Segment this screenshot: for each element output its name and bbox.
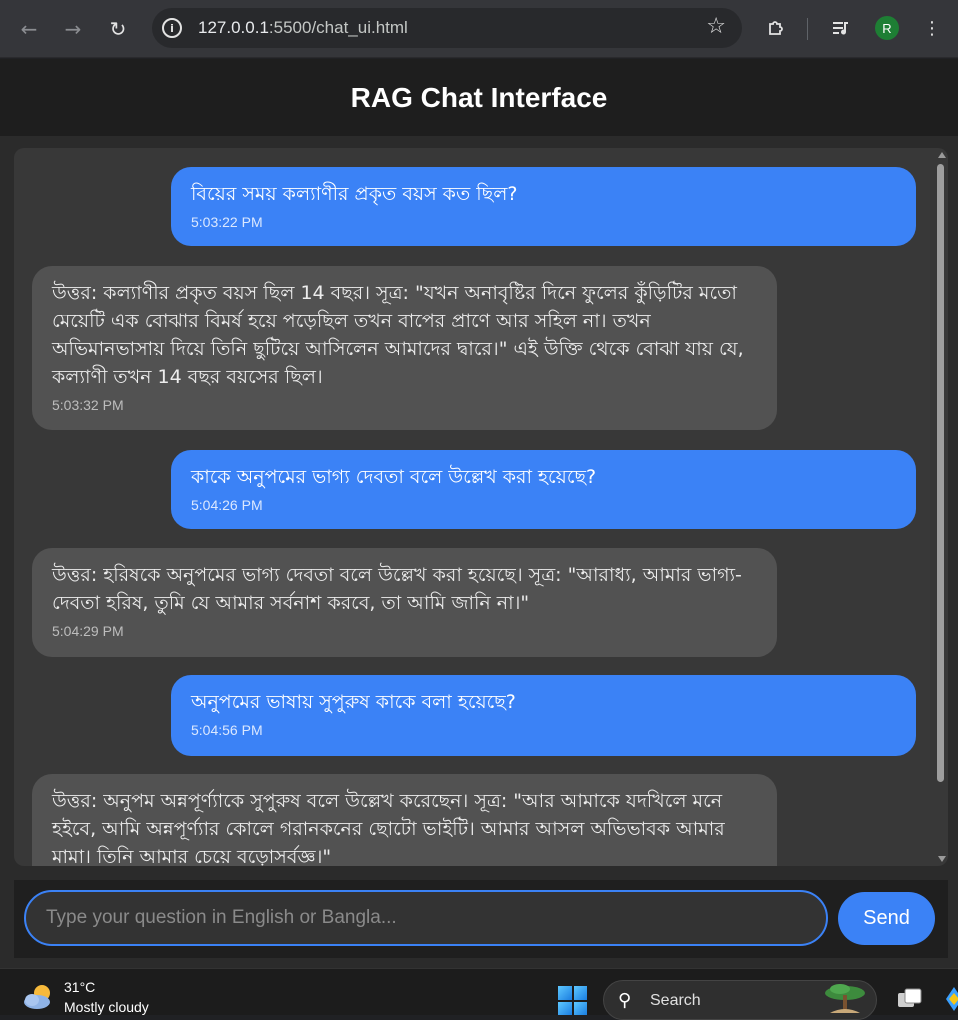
taskbar: 31°C Mostly cloudy ⚲ Search [0, 968, 958, 1020]
scroll-down-arrow-icon[interactable] [938, 856, 946, 862]
send-button[interactable]: Send [838, 892, 935, 945]
message-time: 5:03:22 PM [191, 214, 263, 230]
question-input[interactable] [24, 890, 828, 946]
chat-scrollbar[interactable] [936, 152, 946, 862]
user-message: কাকে অনুপমের ভাগ্য দেবতা বলে উল্লেখ করা … [171, 450, 916, 529]
url-host: 127.0.0.1 [198, 18, 269, 37]
windows-start-icon[interactable] [558, 986, 587, 1015]
bookmark-star-icon[interactable]: ☆ [706, 14, 726, 39]
site-info-icon[interactable]: i [162, 18, 182, 38]
search-highlight-tree-icon[interactable] [820, 981, 870, 1016]
copilot-icon[interactable] [944, 985, 958, 1013]
search-icon: ⚲ [618, 990, 632, 1011]
media-control-icon[interactable] [828, 14, 856, 42]
chat-input-bar: Send [14, 880, 948, 958]
url-text[interactable]: 127.0.0.1:5500/chat_ui.html [198, 18, 408, 38]
message-text: উত্তর: হরিষকে অনুপমের ভাগ্য দেবতা বলে উল… [52, 564, 742, 614]
bot-message: উত্তর: হরিষকে অনুপমের ভাগ্য দেবতা বলে উল… [32, 548, 777, 657]
user-message: অনুপমের ভাষায় সুপুরুষ কাকে বলা হয়েছে? … [171, 675, 916, 756]
message-text: বিয়ের সময় কল্যাণীর প্রকৃত বয়স কত ছিল? [191, 183, 518, 205]
app-header: RAG Chat Interface [0, 59, 958, 136]
task-view-icon[interactable] [896, 987, 924, 1011]
message-text: কাকে অনুপমের ভাগ্য দেবতা বলে উল্লেখ করা … [191, 466, 597, 488]
user-message: বিয়ের সময় কল্যাণীর প্রকৃত বয়স কত ছিল?… [171, 167, 916, 246]
address-bar[interactable]: i 127.0.0.1:5500/chat_ui.html ☆ [152, 8, 742, 48]
app-body: বিয়ের সময় কল্যাণীর প্রকৃত বয়স কত ছিল?… [0, 136, 958, 968]
extensions-icon[interactable] [762, 14, 790, 42]
bot-message: উত্তর: অনুপম অন্নপূর্ণ্যাকে সুপুরুষ বলে … [32, 774, 777, 866]
message-text: অনুপমের ভাষায় সুপুরুষ কাকে বলা হয়েছে? [191, 691, 516, 713]
toolbar-divider [807, 18, 808, 40]
back-icon[interactable]: ← [14, 14, 44, 44]
message-text: উত্তর: কল্যাণীর প্রকৃত বয়স ছিল 14 বছর। … [52, 282, 744, 388]
menu-icon[interactable]: ⋮ [918, 14, 946, 42]
page-title: RAG Chat Interface [350, 81, 608, 113]
profile-avatar[interactable]: R [875, 16, 899, 40]
reload-icon[interactable]: ↻ [103, 14, 133, 44]
browser-toolbar: ← → ↻ i 127.0.0.1:5500/chat_ui.html ☆ R … [0, 0, 958, 58]
scroll-up-arrow-icon[interactable] [938, 152, 946, 158]
weather-temperature[interactable]: 31°C [64, 979, 95, 995]
message-time: 5:04:26 PM [191, 497, 263, 513]
forward-icon[interactable]: → [58, 14, 88, 44]
search-label: Search [650, 992, 701, 1009]
message-time: 5:04:56 PM [191, 722, 263, 738]
message-time: 5:03:32 PM [52, 397, 124, 413]
weather-cloudy-icon[interactable] [22, 983, 56, 1011]
message-text: উত্তর: অনুপম অন্নপূর্ণ্যাকে সুপুরুষ বলে … [52, 790, 725, 866]
url-path: :5500/chat_ui.html [268, 18, 408, 37]
message-time: 5:04:29 PM [52, 623, 124, 639]
weather-description[interactable]: Mostly cloudy [64, 999, 149, 1015]
bot-message: উত্তর: কল্যাণীর প্রকৃত বয়স ছিল 14 বছর। … [32, 266, 777, 430]
scrollbar-thumb[interactable] [937, 164, 944, 782]
chat-messages[interactable]: বিয়ের সময় কল্যাণীর প্রকৃত বয়স কত ছিল?… [14, 148, 948, 866]
